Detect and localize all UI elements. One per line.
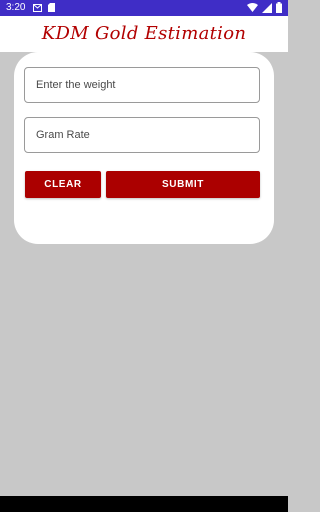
submit-button[interactable]: SUBMIT [106,171,260,198]
gmail-icon [33,3,42,15]
weight-input[interactable] [25,68,259,102]
app-title: KDM Gold Estimation [41,23,247,44]
clear-button[interactable]: CLEAR [25,171,101,198]
weight-field[interactable] [24,67,260,103]
battery-icon [276,2,282,16]
signal-icon [262,2,272,16]
sd-card-icon [48,3,55,15]
wifi-icon [247,2,258,16]
navigation-bar [0,496,288,512]
app-bar: KDM Gold Estimation [0,16,288,52]
status-time: 3:20 [6,2,26,13]
gram-rate-input[interactable] [25,118,259,152]
status-left-icons [33,3,55,15]
status-right-icons [247,2,282,16]
status-bar: 3:20 [0,0,288,16]
gram-rate-field[interactable] [24,117,260,153]
estimation-card: CLEAR SUBMIT [14,52,274,244]
main-content: CLEAR SUBMIT [0,52,288,496]
